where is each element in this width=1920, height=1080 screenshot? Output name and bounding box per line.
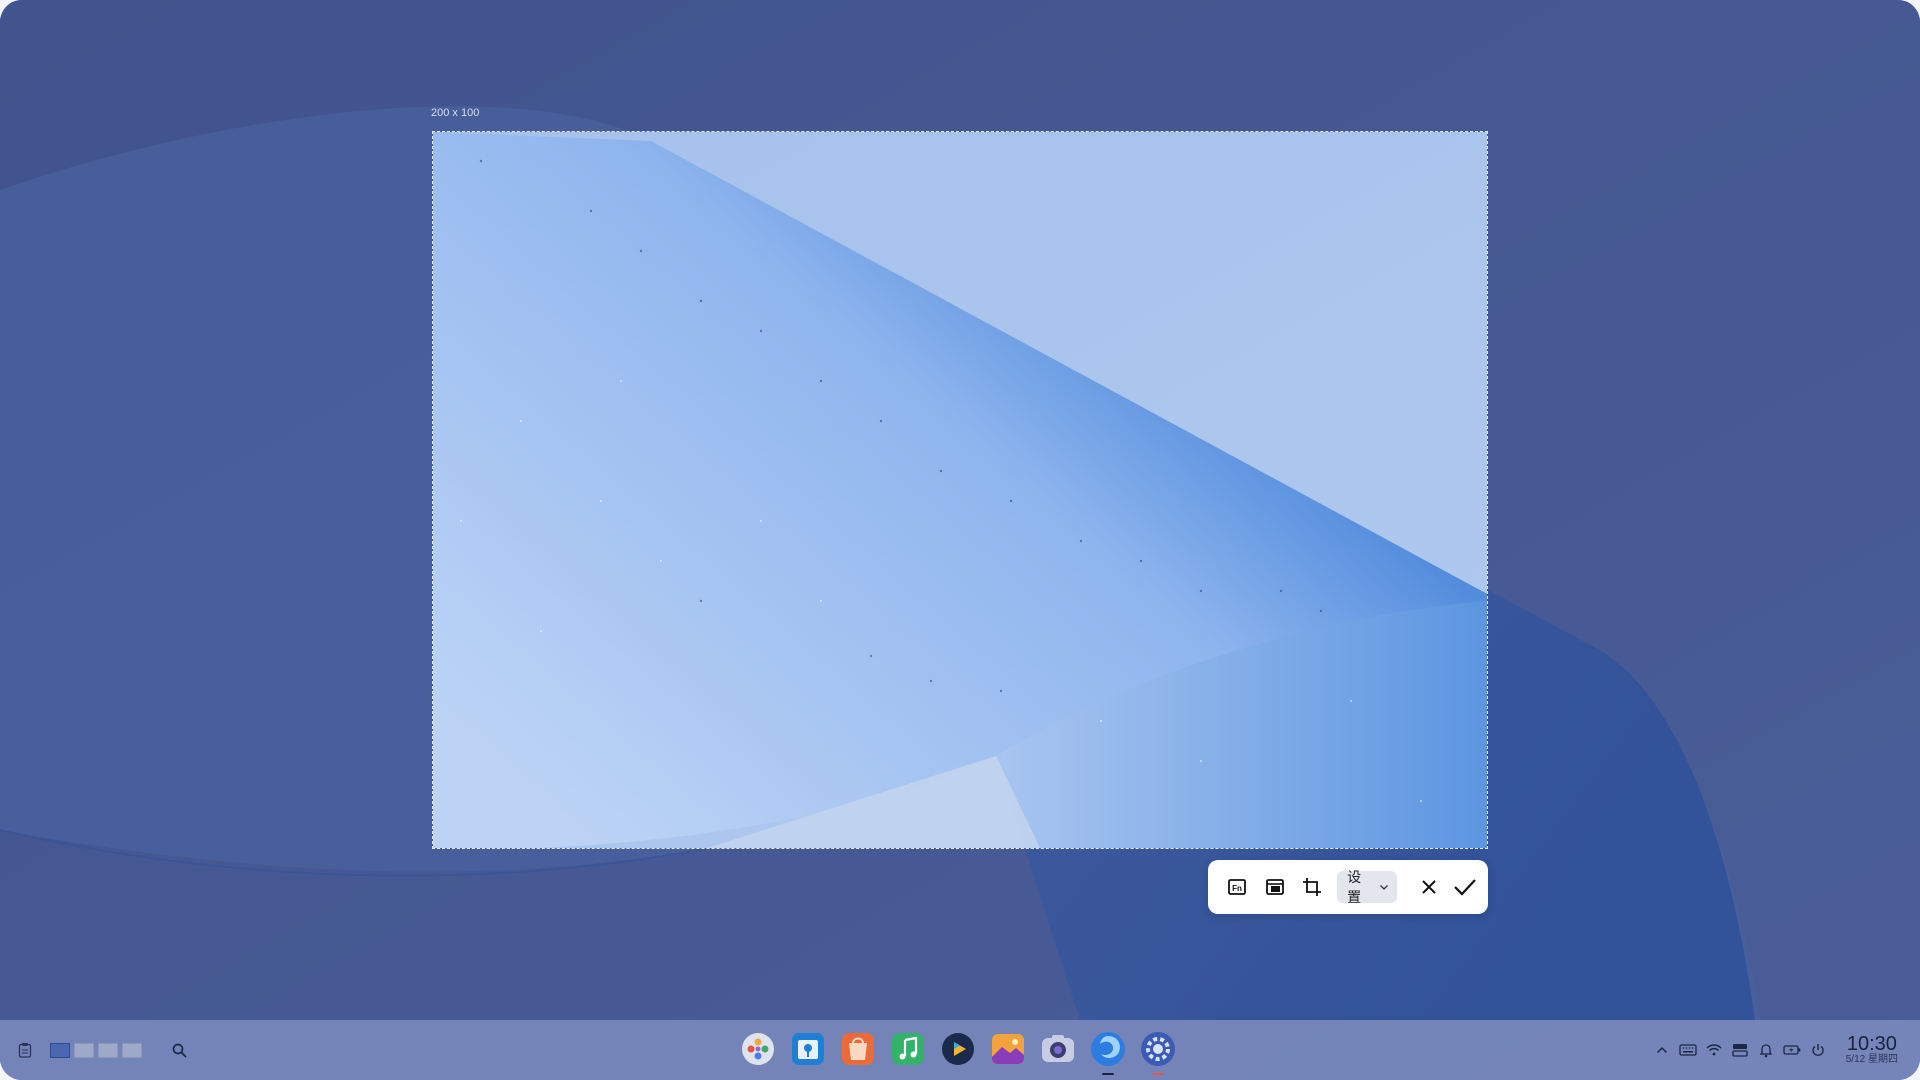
region-capture-button[interactable]	[1297, 872, 1327, 902]
system-tray: 10:30 5/12 星期四	[1646, 1020, 1920, 1080]
wifi-icon[interactable]	[1704, 1040, 1724, 1060]
notification-bell-icon[interactable]	[1756, 1040, 1776, 1060]
svg-text:Fn: Fn	[1232, 884, 1242, 893]
capture-toolbar: Fn 设置	[1208, 860, 1488, 914]
window-capture-icon	[1265, 879, 1284, 895]
region-capture-icon	[1303, 878, 1322, 896]
app-store-icon[interactable]	[788, 1029, 828, 1069]
keyboard-icon[interactable]	[1678, 1040, 1698, 1060]
fullscreen-capture-icon: Fn	[1227, 879, 1246, 895]
confirm-capture-button[interactable]	[1450, 872, 1480, 902]
clipboard-icon[interactable]	[14, 1039, 36, 1061]
workspace-1[interactable]	[50, 1042, 70, 1058]
settings-dropdown-label: 设置	[1347, 869, 1362, 905]
chevron-down-icon	[1379, 882, 1389, 892]
power-icon[interactable]	[1808, 1040, 1828, 1060]
chevron-up-icon[interactable]	[1652, 1040, 1672, 1060]
workspace-2[interactable]	[74, 1042, 94, 1058]
search-icon[interactable]	[168, 1039, 190, 1061]
clock[interactable]: 10:30 5/12 星期四	[1846, 1034, 1898, 1066]
desktop: 200 x 100 Fn 设置 10:30 5/12 星期四	[0, 0, 1920, 1080]
photos-icon[interactable]	[988, 1029, 1028, 1069]
selection-size-label: 200 x 100	[431, 107, 480, 119]
camera-icon[interactable]	[1038, 1029, 1078, 1069]
cancel-capture-button[interactable]	[1415, 872, 1445, 902]
storage-icon[interactable]	[1730, 1040, 1750, 1060]
music-icon[interactable]	[888, 1029, 928, 1069]
fullscreen-capture-button[interactable]: Fn	[1222, 872, 1252, 902]
launcher-icon[interactable]	[738, 1029, 778, 1069]
battery-icon[interactable]	[1782, 1040, 1802, 1060]
clock-date: 5/12 星期四	[1845, 1054, 1898, 1065]
check-icon	[1454, 879, 1476, 896]
settings-dropdown[interactable]: 设置	[1337, 869, 1397, 905]
workspace-4[interactable]	[122, 1042, 142, 1058]
settings-icon[interactable]	[1138, 1029, 1178, 1075]
browser-icon[interactable]	[1088, 1029, 1128, 1075]
workspace-3[interactable]	[98, 1042, 118, 1058]
window-capture-button[interactable]	[1260, 872, 1290, 902]
clock-time: 10:30	[1846, 1033, 1897, 1055]
dock	[738, 1029, 1188, 1075]
video-player-icon[interactable]	[938, 1029, 978, 1069]
capture-selection-region[interactable]	[432, 131, 1488, 849]
close-icon	[1422, 880, 1437, 894]
shop-icon[interactable]	[838, 1029, 878, 1069]
